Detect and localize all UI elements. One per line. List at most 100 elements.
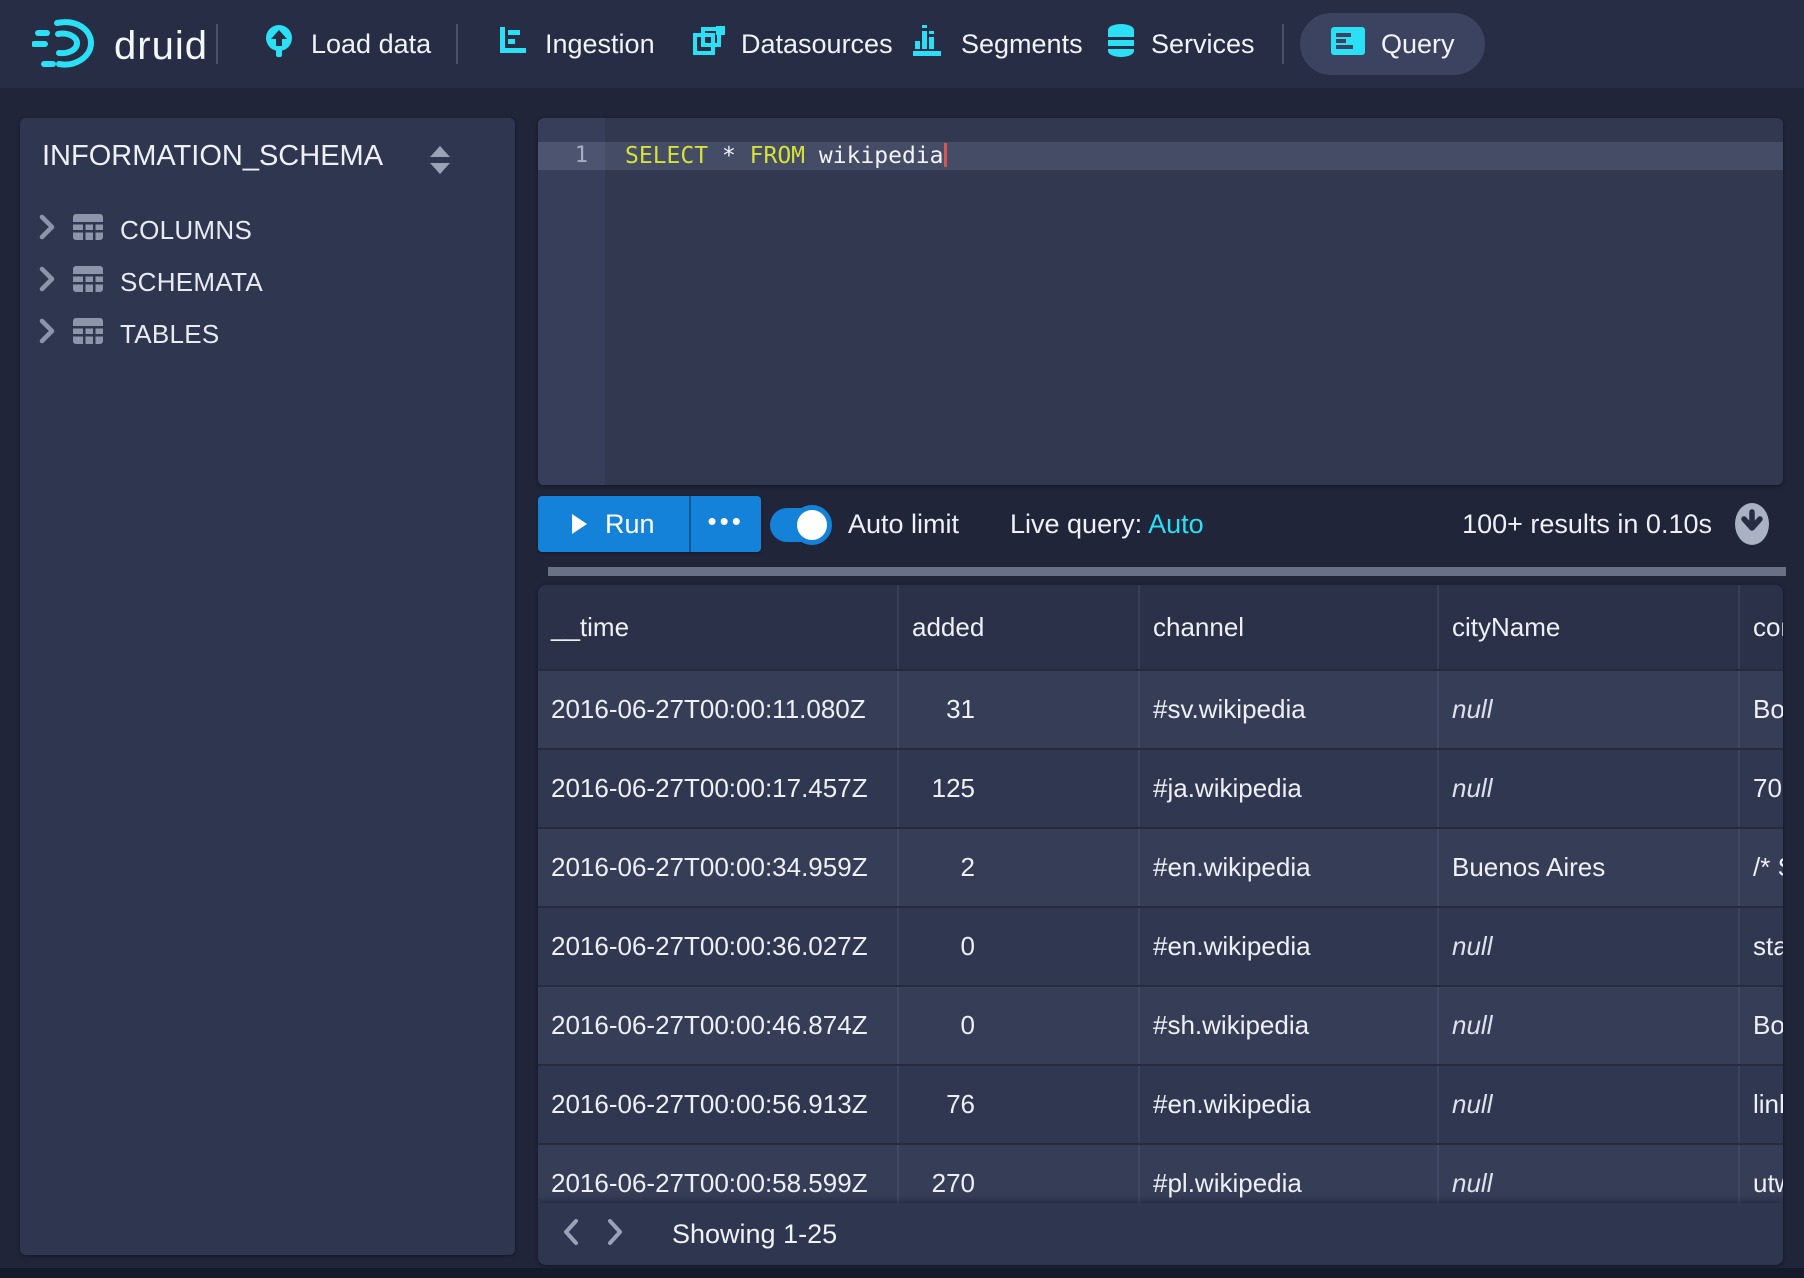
table-row: 2016-06-27T00:00:56.913Z 76 #en.wikipedi… xyxy=(538,1064,1783,1143)
table-body: 2016-06-27T00:00:11.080Z 31 #sv.wikipedi… xyxy=(538,669,1783,1222)
cell-comment[interactable]: sta xyxy=(1740,908,1783,985)
schema-title: INFORMATION_SCHEMA xyxy=(42,140,383,173)
play-icon xyxy=(572,514,587,534)
cell-cityname[interactable]: null xyxy=(1439,987,1740,1064)
toggle-knob xyxy=(792,505,832,545)
column-header-comment[interactable]: comment xyxy=(1740,585,1783,669)
nav-item-services[interactable]: Services xyxy=(1106,0,1255,88)
cell-comment[interactable]: /* S xyxy=(1740,829,1783,906)
download-button[interactable] xyxy=(1731,500,1773,553)
cell-channel[interactable]: #en.wikipedia xyxy=(1140,1066,1439,1143)
sql-text: * xyxy=(708,143,750,169)
nav-item-query[interactable]: Query xyxy=(1300,13,1485,75)
cell-added[interactable]: 76 xyxy=(899,1066,1140,1143)
run-button-label: Run xyxy=(605,509,655,540)
cell-added[interactable]: 125 xyxy=(899,750,1140,827)
results-info: 100+ results in 0.10s xyxy=(1462,496,1712,552)
nav-item-segments[interactable]: Segments xyxy=(912,0,1083,88)
tree-item-columns[interactable]: COLUMNS xyxy=(20,204,515,256)
nav-item-datasources[interactable]: Datasources xyxy=(692,0,893,88)
sql-keyword: SELECT xyxy=(625,143,708,169)
chevron-right-icon[interactable] xyxy=(38,318,56,351)
sql-text: wikipedia xyxy=(805,143,943,169)
nav-item-ingestion[interactable]: Ingestion xyxy=(498,0,655,88)
query-icon xyxy=(1330,26,1366,63)
cell-time[interactable]: 2016-06-27T00:00:46.874Z xyxy=(538,987,899,1064)
run-more-button[interactable]: ••• xyxy=(689,496,761,552)
schema-collapse-button[interactable] xyxy=(427,144,453,181)
cell-comment[interactable]: Bot xyxy=(1740,987,1783,1064)
navbar-divider xyxy=(456,24,458,64)
cell-added[interactable]: 2 xyxy=(899,829,1140,906)
live-query-value[interactable]: Auto xyxy=(1148,509,1204,539)
cell-time[interactable]: 2016-06-27T00:00:56.913Z xyxy=(538,1066,899,1143)
sql-query-text[interactable]: SELECT * FROM wikipedia xyxy=(625,142,947,170)
column-header-channel[interactable]: channel xyxy=(1140,585,1439,669)
cell-time[interactable]: 2016-06-27T00:00:36.027Z xyxy=(538,908,899,985)
cell-comment[interactable]: 70. xyxy=(1740,750,1783,827)
next-page-button[interactable] xyxy=(604,1217,626,1252)
cell-time[interactable]: 2016-06-27T00:00:11.080Z xyxy=(538,671,899,748)
auto-limit-toggle[interactable] xyxy=(770,508,830,542)
cell-time[interactable]: 2016-06-27T00:00:17.457Z xyxy=(538,750,899,827)
cell-cityname[interactable]: Buenos Aires xyxy=(1439,829,1740,906)
table-row: 2016-06-27T00:00:17.457Z 125 #ja.wikiped… xyxy=(538,748,1783,827)
cell-added[interactable]: 0 xyxy=(899,908,1140,985)
cell-cityname[interactable]: null xyxy=(1439,1066,1740,1143)
live-query-label: Live query: xyxy=(1010,509,1142,539)
editor-gutter xyxy=(538,118,605,485)
chevron-right-icon xyxy=(604,1217,626,1252)
chevron-right-icon[interactable] xyxy=(38,266,56,299)
tree-item-schemata[interactable]: SCHEMATA xyxy=(20,256,515,308)
results-horizontal-scrollbar[interactable] xyxy=(548,567,1786,576)
tree-item-label: SCHEMATA xyxy=(120,267,263,298)
table-grid-icon xyxy=(72,317,104,352)
navbar: druid Load data xyxy=(0,0,1804,88)
navbar-divider xyxy=(216,24,218,64)
nav-item-label: Ingestion xyxy=(545,29,655,60)
chevron-right-icon[interactable] xyxy=(38,214,56,247)
table-grid-icon xyxy=(72,265,104,300)
cell-channel[interactable]: #en.wikipedia xyxy=(1140,829,1439,906)
tree-item-label: COLUMNS xyxy=(120,215,252,246)
table-row: 2016-06-27T00:00:36.027Z 0 #en.wikipedia… xyxy=(538,906,1783,985)
live-query-control: Live query: Auto xyxy=(1010,496,1204,552)
nav-item-label: Segments xyxy=(961,29,1083,60)
run-button[interactable]: Run xyxy=(538,496,689,552)
table-row: 2016-06-27T00:00:34.959Z 2 #en.wikipedia… xyxy=(538,827,1783,906)
nav-item-label: Load data xyxy=(311,29,431,60)
cell-cityname[interactable]: null xyxy=(1439,908,1740,985)
tree-item-tables[interactable]: TABLES xyxy=(20,308,515,360)
cell-comment[interactable]: link xyxy=(1740,1066,1783,1143)
cell-channel[interactable]: #en.wikipedia xyxy=(1140,908,1439,985)
download-icon xyxy=(1731,535,1773,552)
sql-editor[interactable]: 1 SELECT * FROM wikipedia xyxy=(538,118,1783,485)
schema-sidebar: INFORMATION_SCHEMA xyxy=(20,118,515,1255)
cell-time[interactable]: 2016-06-27T00:00:34.959Z xyxy=(538,829,899,906)
nav-item-label: Services xyxy=(1151,29,1255,60)
cell-channel[interactable]: #sv.wikipedia xyxy=(1140,671,1439,748)
auto-limit-label: Auto limit xyxy=(848,496,959,552)
segments-icon xyxy=(912,24,946,65)
cell-comment[interactable]: Bot xyxy=(1740,671,1783,748)
table-header-row: __time added channel cityName comment xyxy=(538,585,1783,669)
cell-channel[interactable]: #sh.wikipedia xyxy=(1140,987,1439,1064)
cell-cityname[interactable]: null xyxy=(1439,750,1740,827)
column-header-cityname[interactable]: cityName xyxy=(1439,585,1740,669)
results-table: __time added channel cityName comment 20… xyxy=(538,585,1783,1265)
druid-logo-icon xyxy=(32,16,96,77)
showing-label: Showing 1-25 xyxy=(672,1219,837,1250)
prev-page-button[interactable] xyxy=(560,1217,582,1252)
schema-tree: COLUMNS SCHEMATA xyxy=(20,204,515,360)
druid-console: druid Load data xyxy=(0,0,1804,1278)
column-header-time[interactable]: __time xyxy=(538,585,899,669)
cell-channel[interactable]: #ja.wikipedia xyxy=(1140,750,1439,827)
nav-item-load-data[interactable]: Load data xyxy=(262,0,431,88)
bottom-strip xyxy=(0,1268,1804,1278)
cell-added[interactable]: 0 xyxy=(899,987,1140,1064)
cell-added[interactable]: 31 xyxy=(899,671,1140,748)
cell-cityname[interactable]: null xyxy=(1439,671,1740,748)
druid-logo[interactable]: druid xyxy=(32,16,208,77)
column-header-added[interactable]: added xyxy=(899,585,1140,669)
tree-item-label: TABLES xyxy=(120,319,220,350)
